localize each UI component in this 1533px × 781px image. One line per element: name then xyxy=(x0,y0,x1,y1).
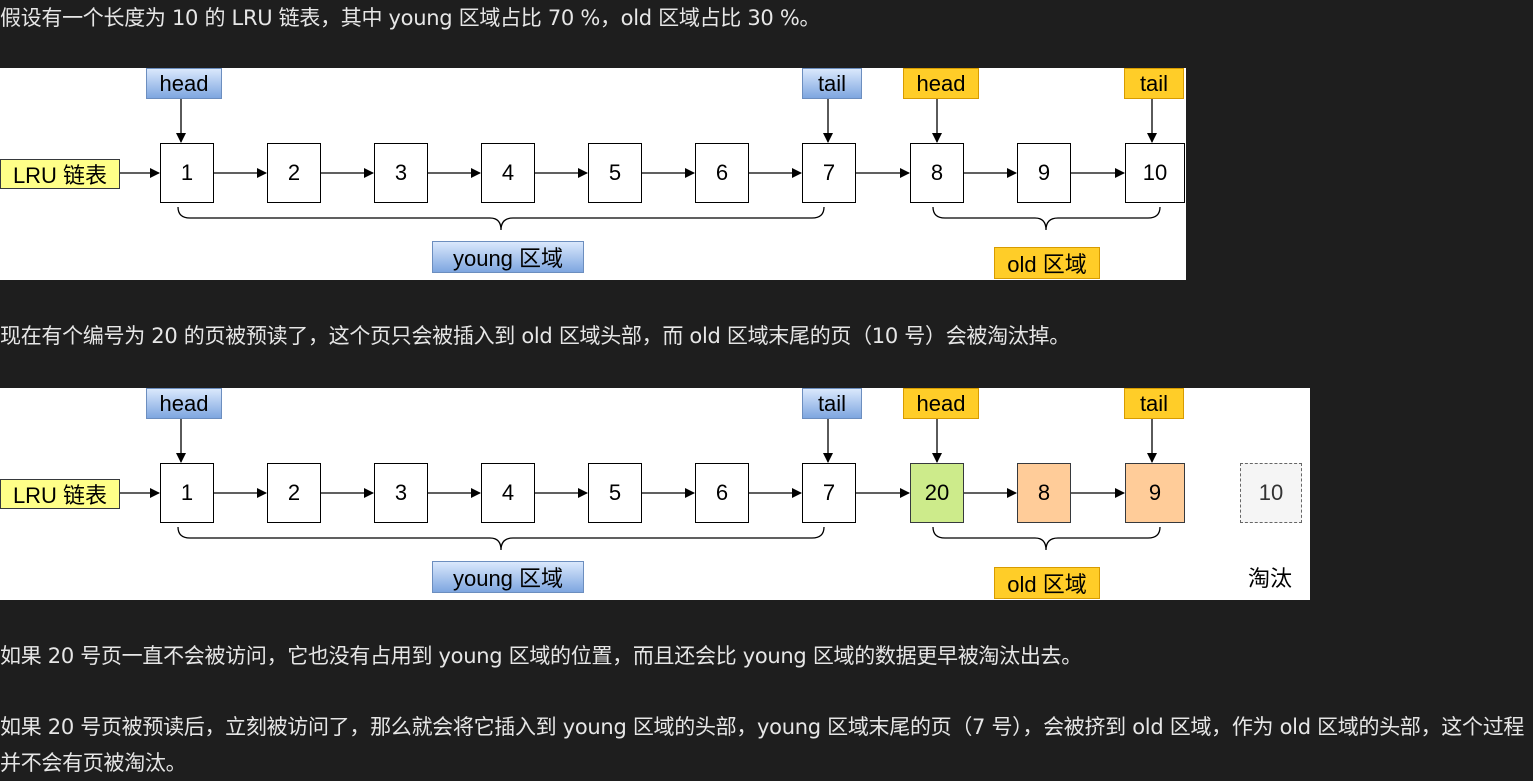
lru-list-label: LRU 链表 xyxy=(0,479,120,509)
page-node: 5 xyxy=(588,463,642,523)
old-region-label: old 区域 xyxy=(994,567,1100,599)
page-node: 7 xyxy=(802,143,856,203)
preread-page-node: 20 xyxy=(910,463,964,523)
page-node: 4 xyxy=(481,143,535,203)
lru-list-label: LRU 链表 xyxy=(0,159,120,189)
evicted-label: 淘汰 xyxy=(1247,566,1292,591)
old-head-tag: head xyxy=(903,68,979,99)
accessed-paragraph: 如果 20 号页被预读后，立刻被访问了，那么就会将它插入到 young 区域的头… xyxy=(0,715,1525,775)
old-region-brace xyxy=(932,206,1161,231)
young-region-label: young 区域 xyxy=(432,241,584,273)
page-node: 7 xyxy=(802,463,856,523)
old-region-label: old 区域 xyxy=(994,247,1100,279)
page-node: 2 xyxy=(267,463,321,523)
page-node: 1 xyxy=(160,143,214,203)
tail-tag: tail xyxy=(802,68,862,99)
page-node: 6 xyxy=(695,143,749,203)
young-region-brace xyxy=(177,526,825,551)
old-region-brace xyxy=(932,526,1161,551)
lru-diagram-after-preread: head tail head tail LRU 链表 1 2 3 4 5 6 7… xyxy=(0,388,1310,600)
shifted-page-node: 9 xyxy=(1125,463,1185,523)
page-node: 5 xyxy=(588,143,642,203)
page-node: 3 xyxy=(374,143,428,203)
page-node: 1 xyxy=(160,463,214,523)
page-node: 3 xyxy=(374,463,428,523)
preread-paragraph: 现在有个编号为 20 的页被预读了，这个页只会被插入到 old 区域头部，而 o… xyxy=(0,324,1070,348)
old-tail-tag: tail xyxy=(1124,388,1184,419)
page-node: 2 xyxy=(267,143,321,203)
page-node: 8 xyxy=(910,143,964,203)
intro-paragraph: 假设有一个长度为 10 的 LRU 链表，其中 young 区域占比 70 %，… xyxy=(0,6,821,30)
evicted-page-node: 10 xyxy=(1240,463,1302,523)
shifted-page-node: 8 xyxy=(1017,463,1071,523)
lru-diagram-initial: head tail head tail LRU 链表 1 2 3 4 5 6 7… xyxy=(0,68,1186,280)
old-head-tag: head xyxy=(903,388,979,419)
young-region-brace xyxy=(177,206,825,231)
page-node: 6 xyxy=(695,463,749,523)
head-tag: head xyxy=(146,388,222,419)
page-node: 9 xyxy=(1017,143,1071,203)
head-tag: head xyxy=(146,68,222,99)
old-tail-tag: tail xyxy=(1124,68,1184,99)
not-accessed-paragraph: 如果 20 号页一直不会被访问，它也没有占用到 young 区域的位置，而且还会… xyxy=(0,644,1082,668)
page-node: 10 xyxy=(1125,143,1185,203)
tail-tag: tail xyxy=(802,388,862,419)
page-node: 4 xyxy=(481,463,535,523)
young-region-label: young 区域 xyxy=(432,561,584,593)
